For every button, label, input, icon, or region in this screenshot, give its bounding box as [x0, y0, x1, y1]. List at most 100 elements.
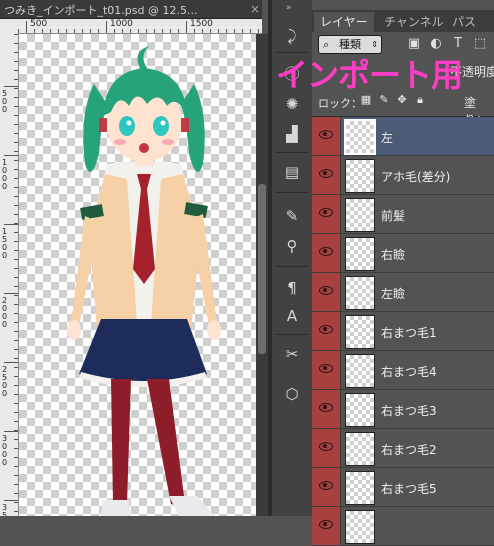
clone-source-icon[interactable]: ⚲ — [278, 234, 306, 258]
ruler-tick — [14, 178, 18, 179]
character-icon[interactable]: A — [278, 304, 306, 328]
layer-name: 右瞼 — [381, 248, 406, 262]
histogram-icon[interactable]: ▟ — [278, 122, 306, 146]
close-tab-button[interactable]: × — [248, 0, 262, 18]
ruler-tick — [4, 86, 18, 87]
ruler-tick — [14, 349, 18, 350]
tab-paths[interactable]: パス — [446, 12, 482, 32]
ruler-tick — [18, 29, 19, 33]
layer-row[interactable]: 右まつ毛4 — [312, 351, 494, 390]
layer-row[interactable]: 前髪 — [312, 195, 494, 234]
3d-icon[interactable]: ⬡ — [278, 382, 306, 406]
lock-label: ロック： — [318, 97, 362, 110]
visibility-toggle[interactable] — [312, 117, 341, 155]
visibility-toggle[interactable] — [312, 234, 341, 272]
layer-row[interactable]: 右まつ毛3 — [312, 390, 494, 429]
layer-row[interactable]: アホ毛(差分) — [312, 156, 494, 195]
document-canvas[interactable] — [19, 34, 256, 516]
ruler-tick — [170, 29, 171, 33]
eye-icon — [319, 169, 333, 178]
shape-filter-icon[interactable]: ⬚ — [472, 36, 488, 52]
ruler-tick — [14, 79, 18, 80]
layer-row[interactable]: 右まつ毛1 — [312, 312, 494, 351]
canvas-vertical-scrollbar[interactable] — [256, 34, 268, 516]
visibility-toggle[interactable] — [312, 312, 341, 350]
ruler-tick — [14, 394, 18, 395]
ruler-tick — [14, 223, 18, 224]
document-tab[interactable]: つみき_インポート_t01.psd @ 12.5... × — [0, 0, 262, 19]
layer-row[interactable]: 左瞼 — [312, 273, 494, 312]
ruler-tick — [14, 259, 18, 260]
ruler-tick — [14, 466, 18, 467]
ruler-tick — [14, 160, 18, 161]
layer-row[interactable]: 右瞼 — [312, 234, 494, 273]
ruler-tick — [14, 313, 18, 314]
ruler-tick — [14, 358, 18, 359]
eye-icon — [319, 130, 333, 139]
ruler-tick — [14, 403, 18, 404]
ruler-tick — [14, 205, 18, 206]
tab-layers[interactable]: レイヤー — [314, 12, 374, 32]
layer-name: 右まつ毛4 — [381, 365, 437, 379]
ruler-tick — [14, 304, 18, 305]
ruler-tick — [226, 29, 227, 33]
visibility-toggle[interactable] — [312, 429, 341, 467]
tool-presets-icon[interactable]: ✂ — [278, 342, 306, 366]
brush-icon[interactable]: ✎ — [278, 204, 306, 228]
ruler-left-label: 3 0 0 0 — [2, 434, 8, 467]
visibility-toggle[interactable] — [312, 351, 341, 389]
visibility-toggle[interactable] — [312, 195, 341, 233]
ruler-tick — [154, 29, 155, 33]
ruler-tick — [4, 362, 18, 363]
ruler-tick — [42, 29, 43, 33]
character-illustration — [67, 46, 221, 516]
ruler-top[interactable]: 500 1000 1500 — [18, 19, 262, 34]
paragraph-icon[interactable]: ¶ — [278, 276, 306, 300]
ruler-left[interactable]: 5 0 0 1 0 0 0 1 5 0 0 2 0 0 0 2 5 0 0 3 0 0 0… — [0, 34, 19, 516]
ruler-tick — [14, 52, 18, 53]
ruler-left-label: 5 0 0 — [2, 89, 8, 114]
divider — [276, 152, 308, 153]
ruler-top-label: 500 — [30, 19, 48, 29]
panel-tabs: レイヤー チャンネル パス — [312, 10, 494, 32]
visibility-toggle[interactable] — [312, 507, 341, 545]
layer-list: 左 アホ毛(差分) 前髪 右瞼 左瞼 右まつ毛1 右まつ毛4 右まつ毛3 右まつ… — [312, 117, 494, 546]
ruler-tick — [250, 29, 251, 33]
scrollbar-thumb[interactable] — [258, 184, 266, 354]
visibility-toggle[interactable] — [312, 156, 341, 194]
visibility-toggle[interactable] — [312, 468, 341, 506]
ruler-tick — [218, 29, 219, 33]
ruler-tick — [138, 29, 139, 33]
history-icon[interactable]: ⤸ — [278, 24, 306, 48]
ruler-tick — [14, 241, 18, 242]
adjustments-icon[interactable]: ▤ — [278, 160, 306, 184]
ruler-tick — [14, 61, 18, 62]
layer-row[interactable]: 右まつ毛5 — [312, 468, 494, 507]
ruler-tick — [258, 29, 259, 33]
tab-channels[interactable]: チャンネル — [378, 12, 450, 32]
eye-icon — [319, 364, 333, 373]
ruler-tick — [14, 448, 18, 449]
layer-row[interactable]: 左 — [312, 117, 494, 156]
layer-name: 左瞼 — [381, 287, 406, 301]
ruler-tick — [4, 155, 18, 156]
ruler-tick — [14, 187, 18, 188]
ruler-tick — [14, 376, 18, 377]
ruler-tick — [14, 367, 18, 368]
layer-thumbnail — [345, 432, 375, 466]
layer-row[interactable]: 右まつ毛2 — [312, 429, 494, 468]
ruler-tick — [74, 29, 75, 33]
layer-row[interactable] — [312, 507, 494, 546]
collapse-panels-icon[interactable]: » — [286, 3, 292, 13]
ruler-tick — [234, 29, 235, 33]
ruler-corner[interactable] — [0, 19, 19, 35]
divider — [276, 266, 308, 267]
ruler-tick — [14, 439, 18, 440]
visibility-toggle[interactable] — [312, 273, 341, 311]
ruler-tick — [14, 457, 18, 458]
ruler-tick — [14, 475, 18, 476]
ruler-tick — [82, 29, 83, 33]
visibility-toggle[interactable] — [312, 390, 341, 428]
ruler-tick — [58, 29, 59, 33]
ruler-tick — [14, 295, 18, 296]
